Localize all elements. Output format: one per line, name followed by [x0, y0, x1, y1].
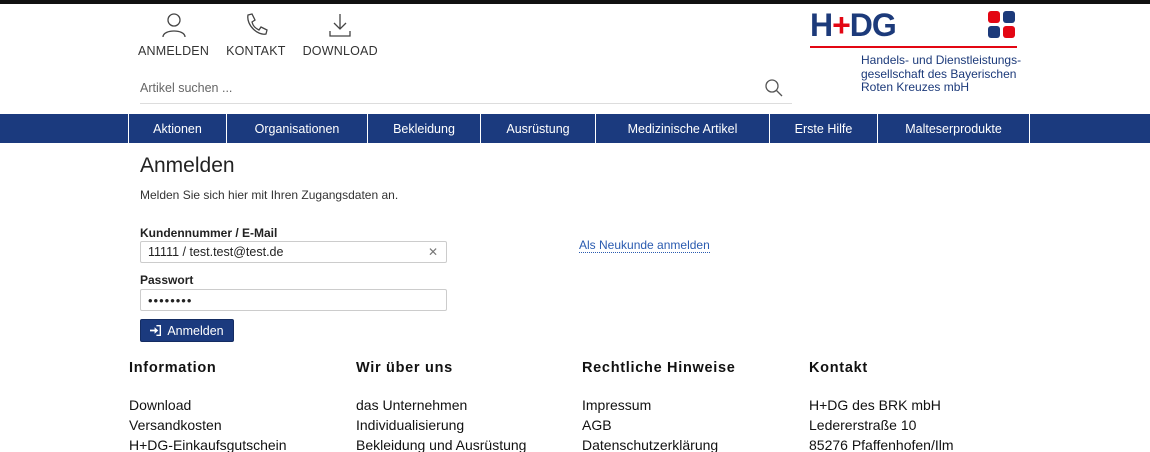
footer-link[interactable]: das Unternehmen — [356, 395, 526, 415]
page-title: Anmelden — [140, 154, 235, 177]
footer-link[interactable]: AGB — [582, 415, 736, 435]
footer-link[interactable]: Datenschutzerklärung — [582, 435, 736, 452]
phone-icon — [247, 13, 268, 35]
login-link[interactable]: ANMELDEN — [138, 12, 209, 58]
search-icon[interactable] — [764, 78, 784, 98]
footer-contact: Kontakt H+DG des BRK mbH Ledererstraße 1… — [809, 360, 954, 452]
clear-icon[interactable]: ✕ — [428, 245, 438, 259]
password-field-wrapper — [140, 289, 447, 311]
password-label: Passwort — [140, 273, 194, 287]
footer-information: Information Download Versandkosten H+DG-… — [129, 360, 287, 452]
logo-divider — [810, 46, 1017, 48]
footer-link[interactable]: Individualisierung — [356, 415, 526, 435]
contact-link-label: KONTAKT — [226, 44, 286, 58]
customer-label: Kundennummer / E-Mail — [140, 226, 278, 240]
customer-input[interactable] — [141, 242, 411, 262]
search-input[interactable] — [140, 74, 740, 102]
contact-link[interactable]: KONTAKT — [226, 12, 286, 58]
download-icon — [329, 14, 351, 37]
download-link-label: DOWNLOAD — [302, 44, 378, 58]
download-link[interactable]: DOWNLOAD — [303, 12, 378, 58]
nav-item-organisationen[interactable]: Organisationen — [227, 114, 368, 143]
footer-legal: Rechtliche Hinweise Impressum AGB Datens… — [582, 360, 736, 452]
nav-item-bekleidung[interactable]: Bekleidung — [368, 114, 481, 143]
password-input[interactable] — [141, 290, 411, 310]
top-border — [0, 0, 1150, 4]
logo-dots-icon — [988, 11, 1016, 39]
nav-item-malteserprodukte[interactable]: Malteserprodukte — [878, 114, 1030, 143]
footer-link[interactable]: Versandkosten — [129, 415, 287, 435]
footer-about: Wir über uns das Unternehmen Individuali… — [356, 360, 526, 452]
sign-in-icon — [150, 325, 162, 336]
logo-subtitle: Handels- und Dienstleistungs- gesellscha… — [861, 53, 1022, 94]
logo-wordmark: H+DG — [810, 7, 897, 43]
footer-heading: Wir über uns — [356, 360, 453, 376]
customer-field-wrapper: ✕ — [140, 241, 447, 263]
footer-text: H+DG des BRK mbH — [809, 397, 941, 413]
footer-text: Ledererstraße 10 — [809, 417, 917, 433]
nav-item-ausruestung[interactable]: Ausrüstung — [481, 114, 596, 143]
nav-item-aktionen[interactable]: Aktionen — [129, 114, 227, 143]
user-icon — [161, 13, 186, 38]
register-link[interactable]: Als Neukunde anmelden — [579, 238, 710, 253]
main-nav: Aktionen Organisationen Bekleidung Ausrü… — [0, 114, 1150, 143]
nav-item-medizinische-artikel[interactable]: Medizinische Artikel — [596, 114, 770, 143]
footer-link[interactable]: H+DG-Einkaufsgutschein — [129, 435, 287, 452]
footer-link[interactable]: Download — [129, 395, 287, 415]
login-intro: Melden Sie sich hier mit Ihren Zugangsda… — [140, 188, 399, 202]
login-button-label: Anmelden — [167, 323, 224, 338]
nav-item-erste-hilfe[interactable]: Erste Hilfe — [770, 114, 878, 143]
header-links: ANMELDEN KONTAKT DOWNLOAD — [138, 12, 395, 58]
login-link-label: ANMELDEN — [138, 44, 210, 58]
search-bar — [140, 74, 792, 104]
footer-link[interactable]: Bekleidung und Ausrüstung — [356, 435, 526, 452]
footer-heading: Kontakt — [809, 360, 868, 376]
footer-heading: Information — [129, 360, 217, 376]
footer-text: 85276 Pfaffenhofen/Ilm — [809, 437, 954, 452]
hdg-logo[interactable]: H+DG Handels- und Dienstleistungs- gesel… — [810, 7, 1022, 98]
footer-heading: Rechtliche Hinweise — [582, 360, 736, 376]
login-button[interactable]: Anmelden — [140, 319, 234, 342]
footer-link[interactable]: Impressum — [582, 395, 736, 415]
